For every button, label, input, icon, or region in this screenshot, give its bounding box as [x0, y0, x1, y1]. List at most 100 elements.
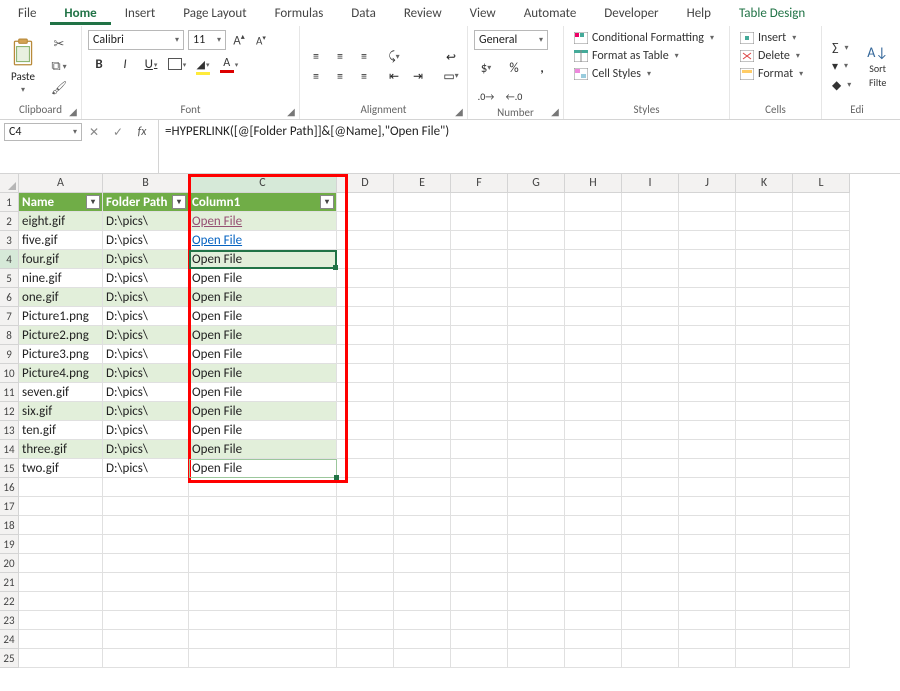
- cell-name[interactable]: four.gif: [19, 250, 103, 269]
- cell[interactable]: [451, 193, 508, 212]
- cell[interactable]: [736, 459, 793, 478]
- cell[interactable]: [394, 497, 451, 516]
- cell[interactable]: [679, 497, 736, 516]
- cell-path[interactable]: D:\pics\: [103, 326, 189, 345]
- menu-help[interactable]: Help: [673, 2, 725, 25]
- cell[interactable]: [451, 535, 508, 554]
- cell[interactable]: [451, 516, 508, 535]
- cell[interactable]: [394, 478, 451, 497]
- cell[interactable]: [508, 250, 565, 269]
- cell[interactable]: [508, 402, 565, 421]
- cell[interactable]: [565, 649, 622, 668]
- cell[interactable]: [394, 288, 451, 307]
- cell[interactable]: [451, 288, 508, 307]
- cell[interactable]: [337, 611, 394, 630]
- cell[interactable]: [565, 212, 622, 231]
- cell[interactable]: [565, 592, 622, 611]
- cell-name[interactable]: ten.gif: [19, 421, 103, 440]
- cell[interactable]: [337, 573, 394, 592]
- cell-path[interactable]: D:\pics\: [103, 345, 189, 364]
- table-header-cell[interactable]: Folder Path▾: [103, 193, 189, 212]
- cell[interactable]: [679, 440, 736, 459]
- cell[interactable]: [394, 250, 451, 269]
- cell[interactable]: [103, 516, 189, 535]
- cell[interactable]: [793, 421, 850, 440]
- cell-name[interactable]: six.gif: [19, 402, 103, 421]
- cell[interactable]: [736, 649, 793, 668]
- cell[interactable]: [508, 516, 565, 535]
- cell[interactable]: [19, 592, 103, 611]
- cell[interactable]: [19, 554, 103, 573]
- cell[interactable]: [189, 478, 337, 497]
- cell[interactable]: [565, 421, 622, 440]
- cell[interactable]: [679, 288, 736, 307]
- cell-name[interactable]: eight.gif: [19, 212, 103, 231]
- row-header[interactable]: 13: [0, 421, 19, 440]
- menu-home[interactable]: Home: [50, 2, 110, 25]
- cell[interactable]: [337, 497, 394, 516]
- cell[interactable]: [622, 307, 679, 326]
- cell[interactable]: [565, 611, 622, 630]
- cell[interactable]: [565, 440, 622, 459]
- cell-hyperlink[interactable]: Open File: [189, 212, 337, 231]
- cell[interactable]: [736, 345, 793, 364]
- cell-path[interactable]: D:\pics\: [103, 364, 189, 383]
- cell[interactable]: [337, 421, 394, 440]
- cell[interactable]: [565, 402, 622, 421]
- row-header[interactable]: 15: [0, 459, 19, 478]
- cell[interactable]: [736, 535, 793, 554]
- row-header[interactable]: 24: [0, 630, 19, 649]
- cell[interactable]: [451, 307, 508, 326]
- cell[interactable]: [793, 573, 850, 592]
- percent-button[interactable]: %: [502, 58, 526, 78]
- cell[interactable]: [394, 231, 451, 250]
- cell-name[interactable]: five.gif: [19, 231, 103, 250]
- cell[interactable]: [508, 383, 565, 402]
- cell[interactable]: [451, 231, 508, 250]
- cell[interactable]: [565, 288, 622, 307]
- cell[interactable]: [337, 630, 394, 649]
- cell[interactable]: [19, 630, 103, 649]
- column-header-K[interactable]: K: [736, 174, 793, 193]
- cell[interactable]: [793, 478, 850, 497]
- cell[interactable]: [736, 440, 793, 459]
- cell[interactable]: [793, 383, 850, 402]
- row-header[interactable]: 16: [0, 478, 19, 497]
- cell-path[interactable]: D:\pics\: [103, 307, 189, 326]
- cell[interactable]: [736, 326, 793, 345]
- cell[interactable]: [508, 649, 565, 668]
- cell[interactable]: [394, 193, 451, 212]
- cell[interactable]: [565, 516, 622, 535]
- cell[interactable]: [451, 573, 508, 592]
- cell[interactable]: [736, 592, 793, 611]
- cell[interactable]: [189, 554, 337, 573]
- cell[interactable]: [793, 554, 850, 573]
- format-cells-button[interactable]: Format▾: [736, 66, 815, 82]
- cell[interactable]: [622, 326, 679, 345]
- cell[interactable]: [337, 402, 394, 421]
- cell[interactable]: [394, 326, 451, 345]
- decrease-font-button[interactable]: A▾: [252, 31, 270, 49]
- cell[interactable]: [622, 402, 679, 421]
- fill-button[interactable]: ▾▾: [828, 58, 855, 75]
- cell[interactable]: [451, 250, 508, 269]
- row-header[interactable]: 5: [0, 269, 19, 288]
- cell[interactable]: [508, 269, 565, 288]
- row-header[interactable]: 18: [0, 516, 19, 535]
- number-format-combo[interactable]: General ▾: [474, 30, 548, 50]
- cell[interactable]: [679, 212, 736, 231]
- cell[interactable]: [565, 269, 622, 288]
- cell[interactable]: [736, 212, 793, 231]
- cell[interactable]: [103, 478, 189, 497]
- cell[interactable]: [189, 649, 337, 668]
- conditional-formatting-button[interactable]: Conditional Formatting▾: [570, 30, 723, 46]
- cell[interactable]: [679, 326, 736, 345]
- cell-path[interactable]: D:\pics\: [103, 421, 189, 440]
- cell[interactable]: [508, 630, 565, 649]
- cell[interactable]: [793, 307, 850, 326]
- cell[interactable]: [679, 193, 736, 212]
- align-bottom-button[interactable]: ≡: [354, 49, 374, 65]
- cell[interactable]: [337, 459, 394, 478]
- name-box[interactable]: C4 ▾: [4, 123, 82, 141]
- cell[interactable]: [508, 478, 565, 497]
